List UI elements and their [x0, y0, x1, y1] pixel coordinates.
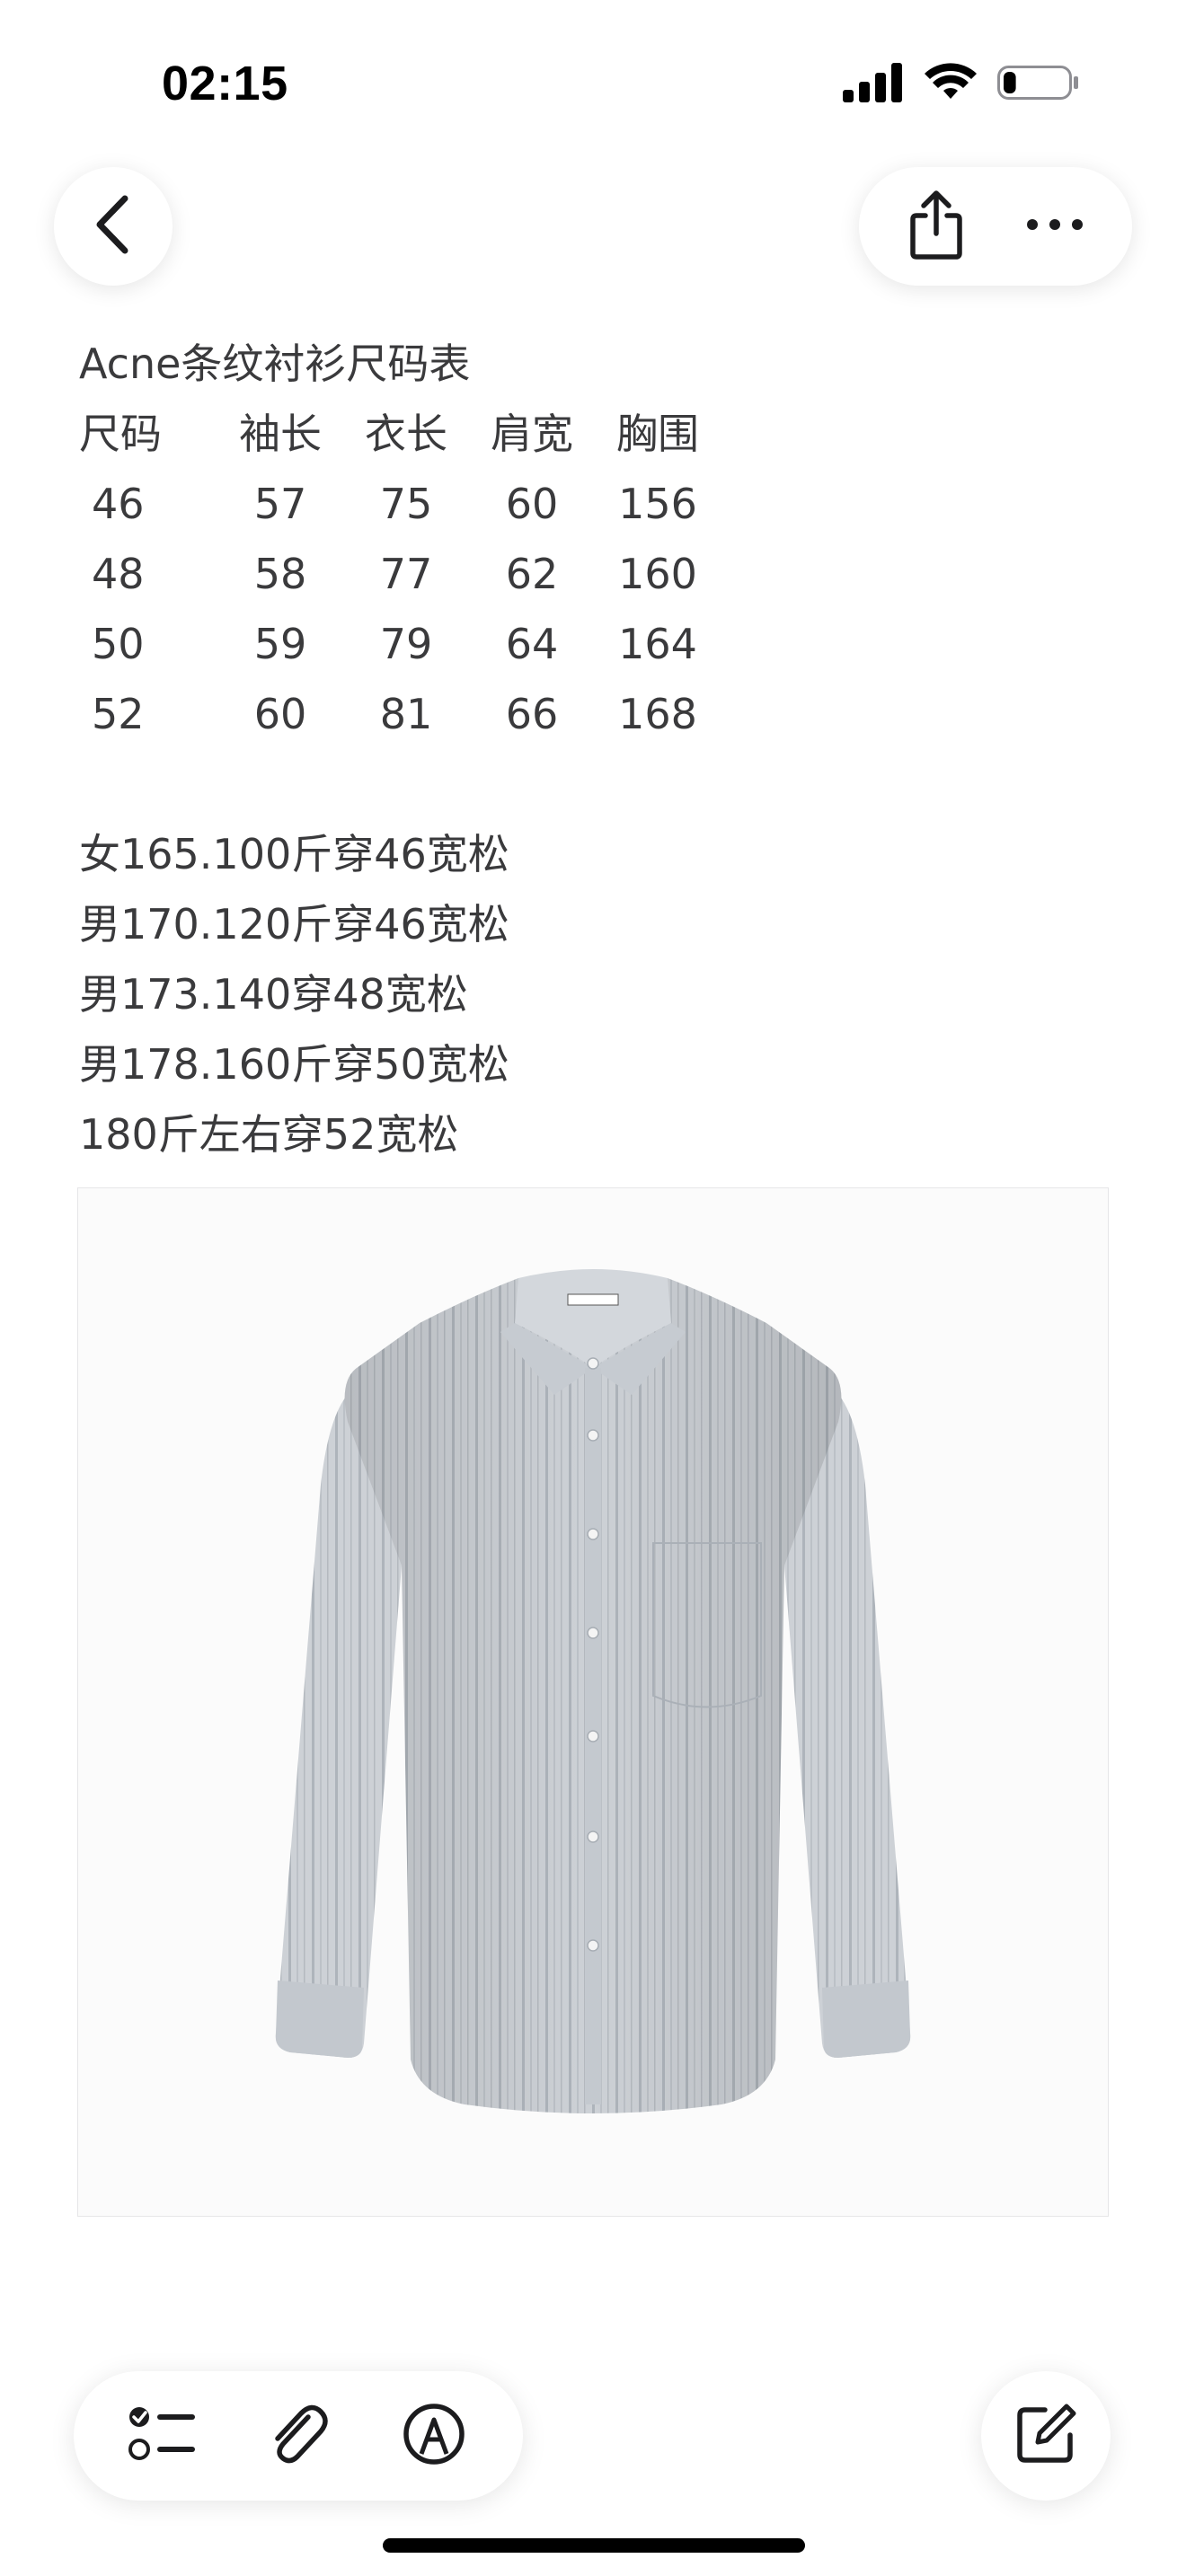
- markup-icon: [402, 2402, 466, 2471]
- markup-button[interactable]: [380, 2382, 488, 2490]
- cell-sleeve: 59: [253, 620, 307, 668]
- chevron-left-icon: [91, 193, 136, 260]
- cell-length: 79: [379, 620, 433, 668]
- attachment-icon: [267, 2401, 330, 2472]
- cell-sleeve: 58: [253, 550, 307, 598]
- cell-shoulder: 66: [505, 690, 559, 738]
- top-actions: [859, 167, 1132, 286]
- header-chest: 胸围: [616, 410, 699, 458]
- cell-length: 77: [379, 550, 433, 598]
- cell-sleeve: 57: [253, 480, 307, 528]
- table-row: 48 58 77 62 160: [79, 539, 721, 609]
- cell-chest: 168: [618, 690, 697, 738]
- wifi-icon: [924, 63, 978, 107]
- home-indicator[interactable]: [383, 2538, 805, 2553]
- fit-note-line: 男170.120斤穿46宽松: [79, 900, 509, 948]
- cell-size: 50: [92, 620, 145, 668]
- battery-icon: [997, 63, 1080, 107]
- cell-shoulder: 64: [505, 620, 559, 668]
- header-shoulder: 肩宽: [491, 410, 573, 458]
- note-title: Acne条纹衬衫尺码表: [79, 340, 471, 388]
- checklist-button[interactable]: [109, 2382, 217, 2490]
- table-row: 52 60 81 66 168: [79, 679, 721, 749]
- status-icons: [843, 63, 1080, 107]
- table-row: 46 57 75 60 156: [79, 469, 721, 539]
- cell-size: 48: [92, 550, 145, 598]
- cell-length: 75: [379, 480, 433, 528]
- product-image[interactable]: [77, 1187, 1109, 2217]
- cell-shoulder: 62: [505, 550, 559, 598]
- header-size: 尺码: [79, 410, 162, 458]
- striped-shirt-image: [78, 1188, 1108, 2216]
- cell-chest: 164: [618, 620, 697, 668]
- attachment-button[interactable]: [244, 2382, 352, 2490]
- share-button[interactable]: [882, 172, 990, 280]
- share-icon: [907, 189, 965, 265]
- size-table: 尺码 袖长 衣长 肩宽 胸围 46 57 75 60 156 48 58 77 …: [79, 399, 721, 749]
- cell-length: 81: [379, 690, 433, 738]
- cell-chest: 156: [618, 480, 697, 528]
- compose-icon: [1014, 2403, 1077, 2470]
- compose-button[interactable]: [981, 2371, 1111, 2501]
- fit-note-line: 180斤左右穿52宽松: [79, 1110, 459, 1159]
- bottom-toolbar: [74, 2371, 523, 2501]
- fit-note-line: 女165.100斤穿46宽松: [79, 830, 509, 878]
- back-button[interactable]: [54, 167, 173, 286]
- note-body[interactable]: Acne条纹衬衫尺码表 尺码 袖长 衣长 肩宽 胸围 46 57 75 60 1…: [79, 329, 721, 1169]
- more-button[interactable]: [1001, 172, 1109, 280]
- status-time: 02:15: [162, 57, 288, 110]
- fit-note-line: 男173.140穿48宽松: [79, 970, 468, 1019]
- header-length: 衣长: [365, 410, 447, 458]
- checklist-icon: [128, 2404, 197, 2468]
- cell-size: 46: [92, 480, 145, 528]
- cell-chest: 160: [618, 550, 697, 598]
- size-table-header: 尺码 袖长 衣长 肩宽 胸围: [79, 399, 721, 469]
- cell-shoulder: 60: [505, 480, 559, 528]
- header-sleeve: 袖长: [239, 410, 322, 458]
- cell-size: 52: [92, 690, 145, 738]
- cellular-signal-icon: [843, 63, 904, 107]
- notes-screen: 02:15 Acne条纹衬衫尺码表 尺码 袖长 衣长 肩宽 胸围 46 57 7…: [0, 0, 1186, 2576]
- fit-note-line: 男178.160斤穿50宽松: [79, 1040, 509, 1089]
- cell-sleeve: 60: [253, 690, 307, 738]
- table-row: 50 59 79 64 164: [79, 609, 721, 679]
- more-icon: [1026, 218, 1084, 235]
